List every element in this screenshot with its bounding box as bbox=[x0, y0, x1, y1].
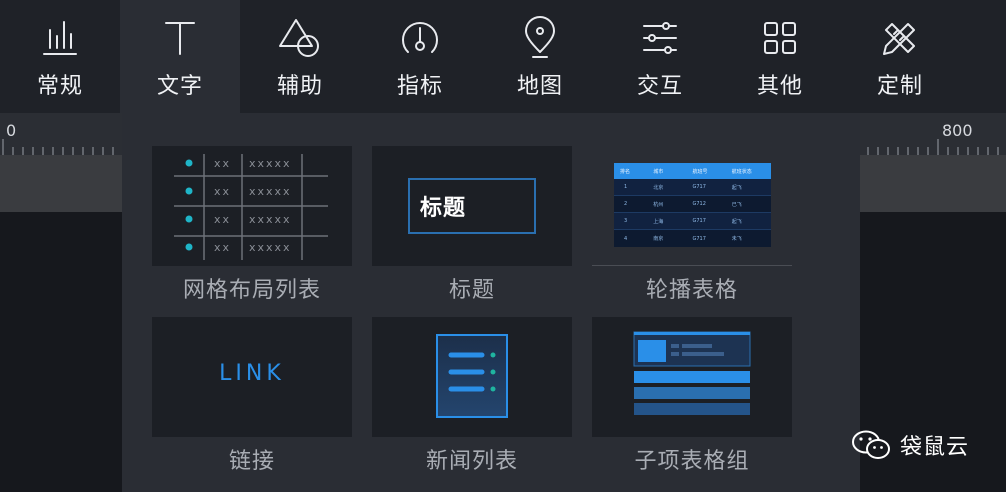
carousel-cell: 北京 bbox=[653, 184, 664, 191]
carousel-table-thumbnail: 排名 城市 航班号 航班状态 1 北京 G717 起飞 2 杭州 G712 已飞 bbox=[592, 146, 792, 266]
grid-cell: xx bbox=[214, 213, 231, 226]
toolbar-item-other[interactable]: 其他 bbox=[720, 0, 840, 113]
grid-cell: xx bbox=[214, 157, 231, 170]
news-list-thumbnail bbox=[372, 317, 572, 437]
card-label-news-list: 新闻列表 bbox=[425, 449, 518, 474]
toolbar-item-general[interactable]: 常规 bbox=[0, 0, 120, 113]
ruler-ticks bbox=[2, 139, 114, 155]
toolbar-label-map: 地图 bbox=[516, 74, 563, 99]
toolbar-item-custom[interactable]: 定制 bbox=[840, 0, 960, 113]
ruler-ticks bbox=[867, 139, 999, 155]
ruler-value-end: 800 bbox=[942, 121, 973, 140]
carousel-cell: 3 bbox=[624, 218, 628, 224]
card-label-title: 标题 bbox=[448, 278, 495, 303]
carousel-cell: 南京 bbox=[653, 236, 664, 242]
toolbar-item-map[interactable]: 地图 bbox=[480, 0, 600, 113]
watermark: 袋鼠云 bbox=[850, 428, 969, 462]
component-card-grid-list[interactable]: xx xxxxx xx xxxxx xx xxxxx xx xxxxx 网格布局… bbox=[152, 146, 352, 304]
carousel-cell: 2 bbox=[624, 201, 628, 207]
toolbar-label-other: 其他 bbox=[756, 74, 803, 99]
carousel-row: 2 杭州 G712 已飞 bbox=[614, 196, 771, 213]
carousel-header: 航班状态 bbox=[731, 168, 752, 175]
carousel-header-row: 排名 城市 航班号 航班状态 bbox=[614, 163, 771, 179]
carousel-cell: 1 bbox=[624, 184, 628, 190]
carousel-cell: G717 bbox=[692, 184, 706, 190]
component-card-title[interactable]: 标题 标题 bbox=[372, 146, 572, 304]
news-list-icon bbox=[436, 334, 508, 418]
link-thumbnail: LINK bbox=[152, 317, 352, 437]
toolbar-item-auxiliary[interactable]: 辅助 bbox=[240, 0, 360, 113]
text-components-panel: xx xxxxx xx xxxxx xx xxxxx xx xxxxx 网格布局… bbox=[122, 113, 860, 492]
grid-cell: xxxxx bbox=[249, 213, 292, 226]
component-card-link[interactable]: LINK 链接 bbox=[152, 317, 352, 475]
watermark-text: 袋鼠云 bbox=[900, 435, 970, 460]
card-label-sub-table-group: 子项表格组 bbox=[634, 449, 750, 474]
component-toolbar: 常规 文字 辅助 指标 地图 交互 其他 定制 bbox=[0, 0, 1006, 113]
toolbar-label-custom: 定制 bbox=[876, 74, 923, 99]
toolbar-label-interaction: 交互 bbox=[636, 74, 683, 99]
toolbar-label-auxiliary: 辅助 bbox=[276, 74, 323, 99]
shapes-icon bbox=[279, 19, 319, 57]
carousel-header: 排名 bbox=[620, 168, 631, 175]
title-thumb-box: 标题 bbox=[408, 178, 536, 234]
carousel-cell: 起飞 bbox=[731, 218, 742, 225]
toolbar-item-indicator[interactable]: 指标 bbox=[360, 0, 480, 113]
carousel-row: 4 南京 G717 未飞 bbox=[614, 230, 771, 247]
component-card-news-list[interactable]: 新闻列表 bbox=[372, 317, 572, 475]
grid-list-thumbnail: xx xxxxx xx xxxxx xx xxxxx xx xxxxx bbox=[152, 146, 352, 266]
horizontal-ruler-left[interactable]: 0 bbox=[0, 113, 122, 155]
link-thumb-text: LINK bbox=[219, 361, 285, 386]
text-icon bbox=[165, 22, 195, 55]
toolbar-label-text: 文字 bbox=[156, 74, 203, 99]
grid-cell: xxxxx bbox=[249, 157, 292, 170]
carousel-cell: 起飞 bbox=[731, 184, 742, 191]
carousel-header: 航班号 bbox=[692, 168, 708, 175]
card-label-grid-list: 网格布局列表 bbox=[182, 278, 321, 303]
toolbar-label-general: 常规 bbox=[36, 74, 83, 99]
ruler-value-start: 0 bbox=[6, 121, 17, 140]
grid-cell: xx bbox=[214, 241, 231, 254]
carousel-cell: G712 bbox=[692, 201, 706, 207]
carousel-header: 城市 bbox=[653, 168, 664, 175]
gauge-icon bbox=[402, 21, 438, 53]
grid-icon bbox=[764, 22, 796, 54]
carousel-row: 1 北京 G717 起飞 bbox=[614, 179, 771, 196]
carousel-cell: 上海 bbox=[653, 218, 664, 225]
toolbar-item-interaction[interactable]: 交互 bbox=[600, 0, 720, 113]
bar-chart-icon bbox=[43, 21, 77, 55]
toolbar-label-indicator: 指标 bbox=[396, 74, 443, 99]
title-thumb-text: 标题 bbox=[420, 196, 467, 221]
carousel-cell: 杭州 bbox=[653, 201, 664, 208]
carousel-cell: 4 bbox=[624, 235, 628, 242]
grid-lines: xx xxxxx xx xxxxx xx xxxxx xx xxxxx bbox=[174, 154, 328, 260]
title-thumbnail: 标题 bbox=[372, 146, 572, 266]
card-label-link: 链接 bbox=[228, 449, 275, 474]
grid-cell: xx bbox=[214, 185, 231, 198]
canvas-guide-band bbox=[860, 155, 1006, 212]
carousel-row: 3 上海 G717 起飞 bbox=[614, 213, 771, 230]
carousel-cell: 未飞 bbox=[731, 236, 742, 242]
card-label-carousel-table: 轮播表格 bbox=[645, 278, 738, 303]
grid-cell: xxxxx bbox=[249, 241, 292, 254]
carousel-mini-table: 排名 城市 航班号 航班状态 1 北京 G717 起飞 2 杭州 G712 已飞 bbox=[614, 163, 771, 247]
wechat-icon bbox=[852, 430, 890, 459]
canvas-guide-band bbox=[0, 155, 122, 212]
grid-cell: xxxxx bbox=[249, 185, 292, 198]
carousel-cell: G717 bbox=[692, 218, 706, 224]
component-card-sub-table-group[interactable]: 子项表格组 bbox=[592, 317, 792, 475]
carousel-cell: 已飞 bbox=[731, 201, 742, 208]
pencil-ruler-icon bbox=[883, 23, 915, 55]
map-pin-icon bbox=[525, 16, 555, 58]
horizontal-ruler-right[interactable]: 800 bbox=[860, 113, 1006, 155]
sub-table-icon bbox=[633, 331, 751, 415]
toolbar-item-text[interactable]: 文字 bbox=[120, 0, 240, 113]
sliders-icon bbox=[643, 22, 677, 54]
component-card-carousel-table[interactable]: 排名 城市 航班号 航班状态 1 北京 G717 起飞 2 杭州 G712 已飞 bbox=[592, 146, 792, 304]
carousel-cell: G717 bbox=[692, 235, 706, 242]
sub-table-group-thumbnail bbox=[592, 317, 792, 437]
